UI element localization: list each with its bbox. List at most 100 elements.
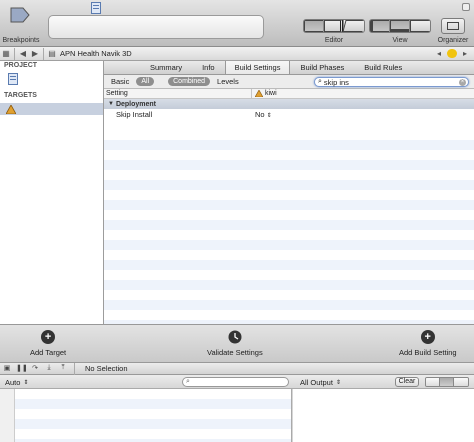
tab-summary[interactable]: Summary: [140, 61, 192, 74]
jump-bar: ▦ ◀ ▶ ▤ APN Health Navik 3D ◂ ▸: [0, 47, 474, 61]
add-build-setting-label: Add Build Setting: [399, 348, 457, 357]
assistant-editor-icon: [324, 20, 343, 32]
utilities-toggle-button[interactable]: [410, 20, 430, 32]
assistant-editor-button[interactable]: [324, 20, 344, 32]
variables-search-field[interactable]: ⌕: [182, 377, 289, 387]
output-filter-popup[interactable]: All Output ⇕: [300, 377, 341, 387]
show-console-button[interactable]: [454, 378, 468, 386]
console-toolbar: Auto ⇕ ⌕ All Output ⇕ Clear: [0, 375, 474, 389]
view-label: View: [392, 37, 408, 44]
variables-view: [0, 389, 292, 442]
variables-rows: [15, 389, 291, 442]
clear-console-button[interactable]: Clear: [395, 377, 419, 387]
disclosure-triangle-icon[interactable]: ▼: [108, 101, 114, 107]
clock-icon: [228, 330, 242, 344]
tab-label: Build Settings: [234, 63, 281, 72]
view-segmented-control: [369, 19, 431, 33]
debug-bar: ▣ ❚❚ ↷ ⤓ ⤒ No Selection: [0, 362, 474, 375]
target-column-header: kiwi: [252, 90, 277, 97]
related-items-icon[interactable]: ▦: [0, 48, 12, 60]
previous-issue-icon[interactable]: ◂: [433, 48, 445, 60]
warning-icon[interactable]: [447, 49, 457, 58]
tab-label: Info: [202, 63, 215, 72]
version-editor-button[interactable]: [342, 20, 364, 32]
add-build-setting-button[interactable]: + Add Build Setting: [399, 330, 457, 357]
project-header: PROJECT: [4, 62, 38, 69]
search-icon: ⌕: [318, 78, 322, 85]
setting-value: No: [255, 109, 265, 119]
editor-tabs: Summary Info Build Settings Build Phases…: [104, 61, 474, 75]
fullscreen-button[interactable]: [462, 3, 470, 11]
navigator-toggle-button[interactable]: [370, 20, 390, 32]
pause-icon[interactable]: ❚❚: [16, 364, 28, 373]
console-output[interactable]: [293, 389, 474, 442]
editor-label: Editor: [324, 37, 344, 44]
setting-row[interactable]: Skip Install No ⇕: [104, 109, 474, 119]
separator: [43, 47, 44, 60]
window-toolbar: Breakpoints Editor View Organizer: [0, 0, 474, 47]
separator: [14, 47, 15, 60]
section-title: Deployment: [115, 100, 157, 108]
tab-build-rules[interactable]: Build Rules: [354, 61, 412, 74]
jumpbar-project-name[interactable]: APN Health Navik 3D: [60, 49, 132, 58]
tab-build-settings[interactable]: Build Settings: [224, 61, 291, 74]
validate-settings-label: Validate Settings: [207, 348, 263, 357]
settings-empty-rows: [104, 130, 474, 324]
add-target-button[interactable]: + Add Target: [30, 330, 66, 357]
debug-area-toggle-button[interactable]: [390, 20, 410, 32]
filter-combined[interactable]: Combined: [168, 77, 211, 86]
organizer-label: Organizer: [437, 37, 469, 44]
build-settings-editor: Summary Info Build Settings Build Phases…: [104, 61, 474, 324]
tab-build-phases[interactable]: Build Phases: [290, 61, 354, 74]
settings-column-header: Setting kiwi: [104, 89, 474, 99]
breakpoint-arrow-icon: [10, 7, 30, 23]
jumpbar-right: ◂ ▸: [433, 48, 474, 60]
hide-debug-area-icon[interactable]: ▣: [2, 364, 12, 373]
deployment-section-header[interactable]: ▼ Deployment: [104, 99, 474, 109]
output-filter-label: All Output: [300, 377, 333, 387]
search-text: skip ins: [323, 77, 349, 87]
step-into-icon[interactable]: ⤓: [44, 364, 54, 373]
show-both-button[interactable]: [440, 378, 454, 386]
tab-label: Build Rules: [364, 63, 403, 72]
targets-header: TARGETS: [4, 92, 37, 99]
filter-all[interactable]: All: [136, 77, 155, 86]
validate-settings-button[interactable]: Validate Settings: [207, 330, 263, 357]
filter-levels[interactable]: Levels: [214, 77, 242, 86]
activity-viewer: [48, 15, 264, 39]
search-icon: ⌕: [186, 378, 190, 385]
project-icon[interactable]: [8, 73, 18, 85]
settings-search-field[interactable]: ⌕ skip ins ×: [314, 77, 469, 87]
filter-bar: Basic All Combined Levels ⌕ skip ins ×: [104, 75, 474, 89]
popup-arrows-icon: ⇕: [266, 112, 272, 119]
variables-gutter: [0, 389, 15, 442]
forward-arrow-icon[interactable]: ▶: [29, 48, 41, 60]
separator: [74, 362, 75, 375]
variables-scope-popup[interactable]: Auto ⇕: [5, 377, 28, 387]
target-column-label: kiwi: [265, 90, 277, 97]
setting-name: Skip Install: [116, 109, 153, 119]
filter-basic[interactable]: Basic: [108, 77, 132, 86]
organizer-button[interactable]: [441, 18, 465, 34]
app-target-icon: [6, 104, 16, 114]
setting-value-popup[interactable]: No ⇕: [252, 110, 272, 119]
step-out-icon[interactable]: ⤒: [58, 364, 68, 373]
editor-bottom-bar: + Add Target Validate Settings + Add Bui…: [0, 324, 474, 362]
add-target-label: Add Target: [30, 348, 67, 357]
app-target-icon: [255, 90, 263, 97]
debug-panel-icon: [390, 20, 409, 32]
console-view-segmented-control: [425, 377, 469, 387]
editor-segmented-control: [303, 19, 365, 33]
standard-editor-icon: [304, 20, 323, 32]
show-variables-button[interactable]: [426, 378, 440, 386]
plus-circle-icon: +: [41, 330, 56, 344]
target-item-kiwi[interactable]: [0, 103, 103, 115]
standard-editor-button[interactable]: [304, 20, 324, 32]
back-arrow-icon[interactable]: ◀: [17, 48, 29, 60]
clear-search-icon[interactable]: ×: [459, 78, 466, 86]
step-over-icon[interactable]: ↷: [30, 364, 40, 373]
tab-info[interactable]: Info: [192, 61, 225, 74]
next-issue-icon[interactable]: ▸: [459, 48, 471, 60]
breakpoints-button[interactable]: [4, 4, 36, 32]
debug-status-text: No Selection: [85, 364, 128, 373]
